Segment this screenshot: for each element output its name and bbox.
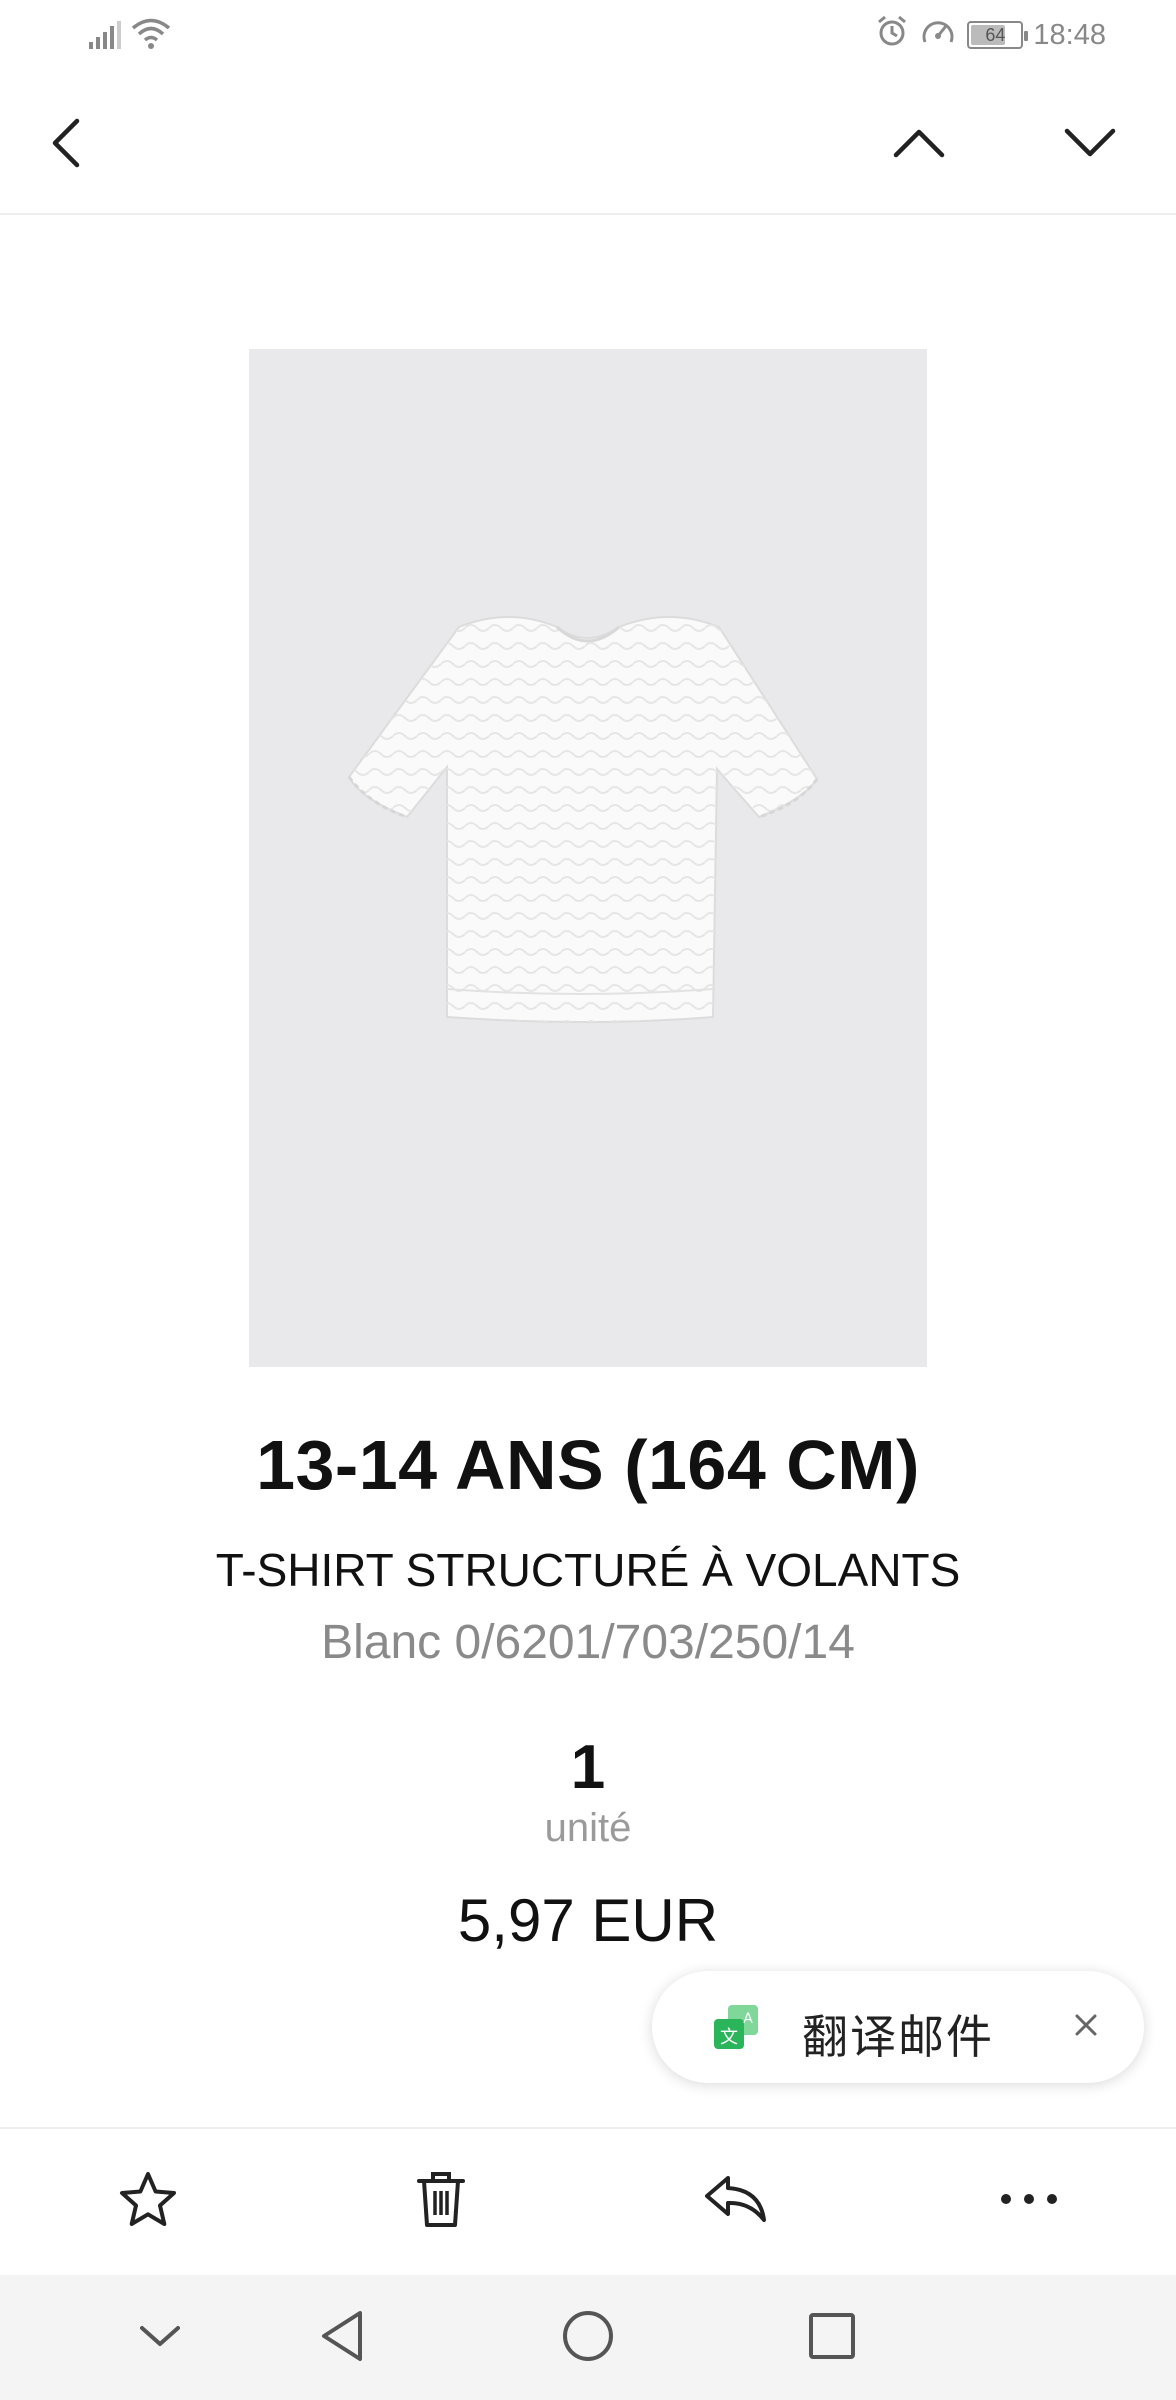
nav-recents-icon	[807, 2311, 857, 2366]
translate-email-label: 翻译邮件	[802, 2010, 994, 2064]
chevron-up-icon	[891, 125, 947, 166]
svg-text:A: A	[743, 2011, 753, 2027]
svg-text:文: 文	[720, 2027, 738, 2048]
translate-icon: 文 A	[712, 2003, 762, 2058]
translate-email-chip[interactable]: 文 A 翻译邮件	[652, 1971, 1144, 2083]
nav-home-icon	[561, 2309, 615, 2368]
more-icon	[999, 2192, 1059, 2211]
status-time: 18:48	[1033, 18, 1106, 51]
previous-message-button[interactable]	[884, 110, 954, 180]
nav-home-button[interactable]	[553, 2303, 623, 2373]
reply-button[interactable]	[695, 2161, 775, 2241]
product-quantity: 1	[570, 1733, 606, 1802]
product-image	[249, 349, 927, 1367]
tshirt-illustration	[347, 616, 819, 1023]
top-app-bar	[0, 70, 1176, 215]
back-button[interactable]	[32, 110, 102, 180]
system-nav-bar	[0, 2275, 1176, 2400]
wifi-icon	[130, 16, 172, 57]
battery-icon: 64	[967, 21, 1029, 49]
speedometer-icon	[919, 14, 957, 56]
reply-icon	[702, 2172, 768, 2231]
delete-button[interactable]	[401, 2161, 481, 2241]
trash-icon	[415, 2169, 467, 2234]
message-action-bar	[0, 2127, 1176, 2275]
star-icon	[118, 2170, 178, 2233]
status-bar: 64 18:48	[0, 0, 1176, 70]
close-icon	[1074, 2013, 1098, 2042]
product-price: 5,97 EUR	[457, 1887, 719, 1954]
product-size: 13-14 ANS (164 CM)	[256, 1426, 920, 1504]
close-translate-button[interactable]	[1064, 2005, 1108, 2049]
product-reference: Blanc 0/6201/703/250/14	[321, 1616, 855, 1669]
nav-collapse-button[interactable]	[125, 2303, 195, 2373]
product-name: T-SHIRT STRUCTURÉ À VOLANTS	[215, 1544, 961, 1596]
battery-level: 64	[985, 24, 1006, 45]
alarm-icon	[875, 14, 909, 56]
chevron-down-icon	[1062, 125, 1118, 166]
back-arrow-icon	[47, 113, 87, 178]
nav-back-button[interactable]	[307, 2303, 377, 2373]
more-options-button[interactable]	[989, 2161, 1069, 2241]
quantity-unit: unité	[544, 1806, 632, 1850]
nav-back-icon	[318, 2309, 366, 2368]
nav-collapse-icon	[138, 2323, 182, 2354]
star-button[interactable]	[108, 2161, 188, 2241]
next-message-button[interactable]	[1055, 110, 1125, 180]
nav-recents-button[interactable]	[797, 2303, 867, 2373]
signal-icon	[88, 20, 122, 55]
